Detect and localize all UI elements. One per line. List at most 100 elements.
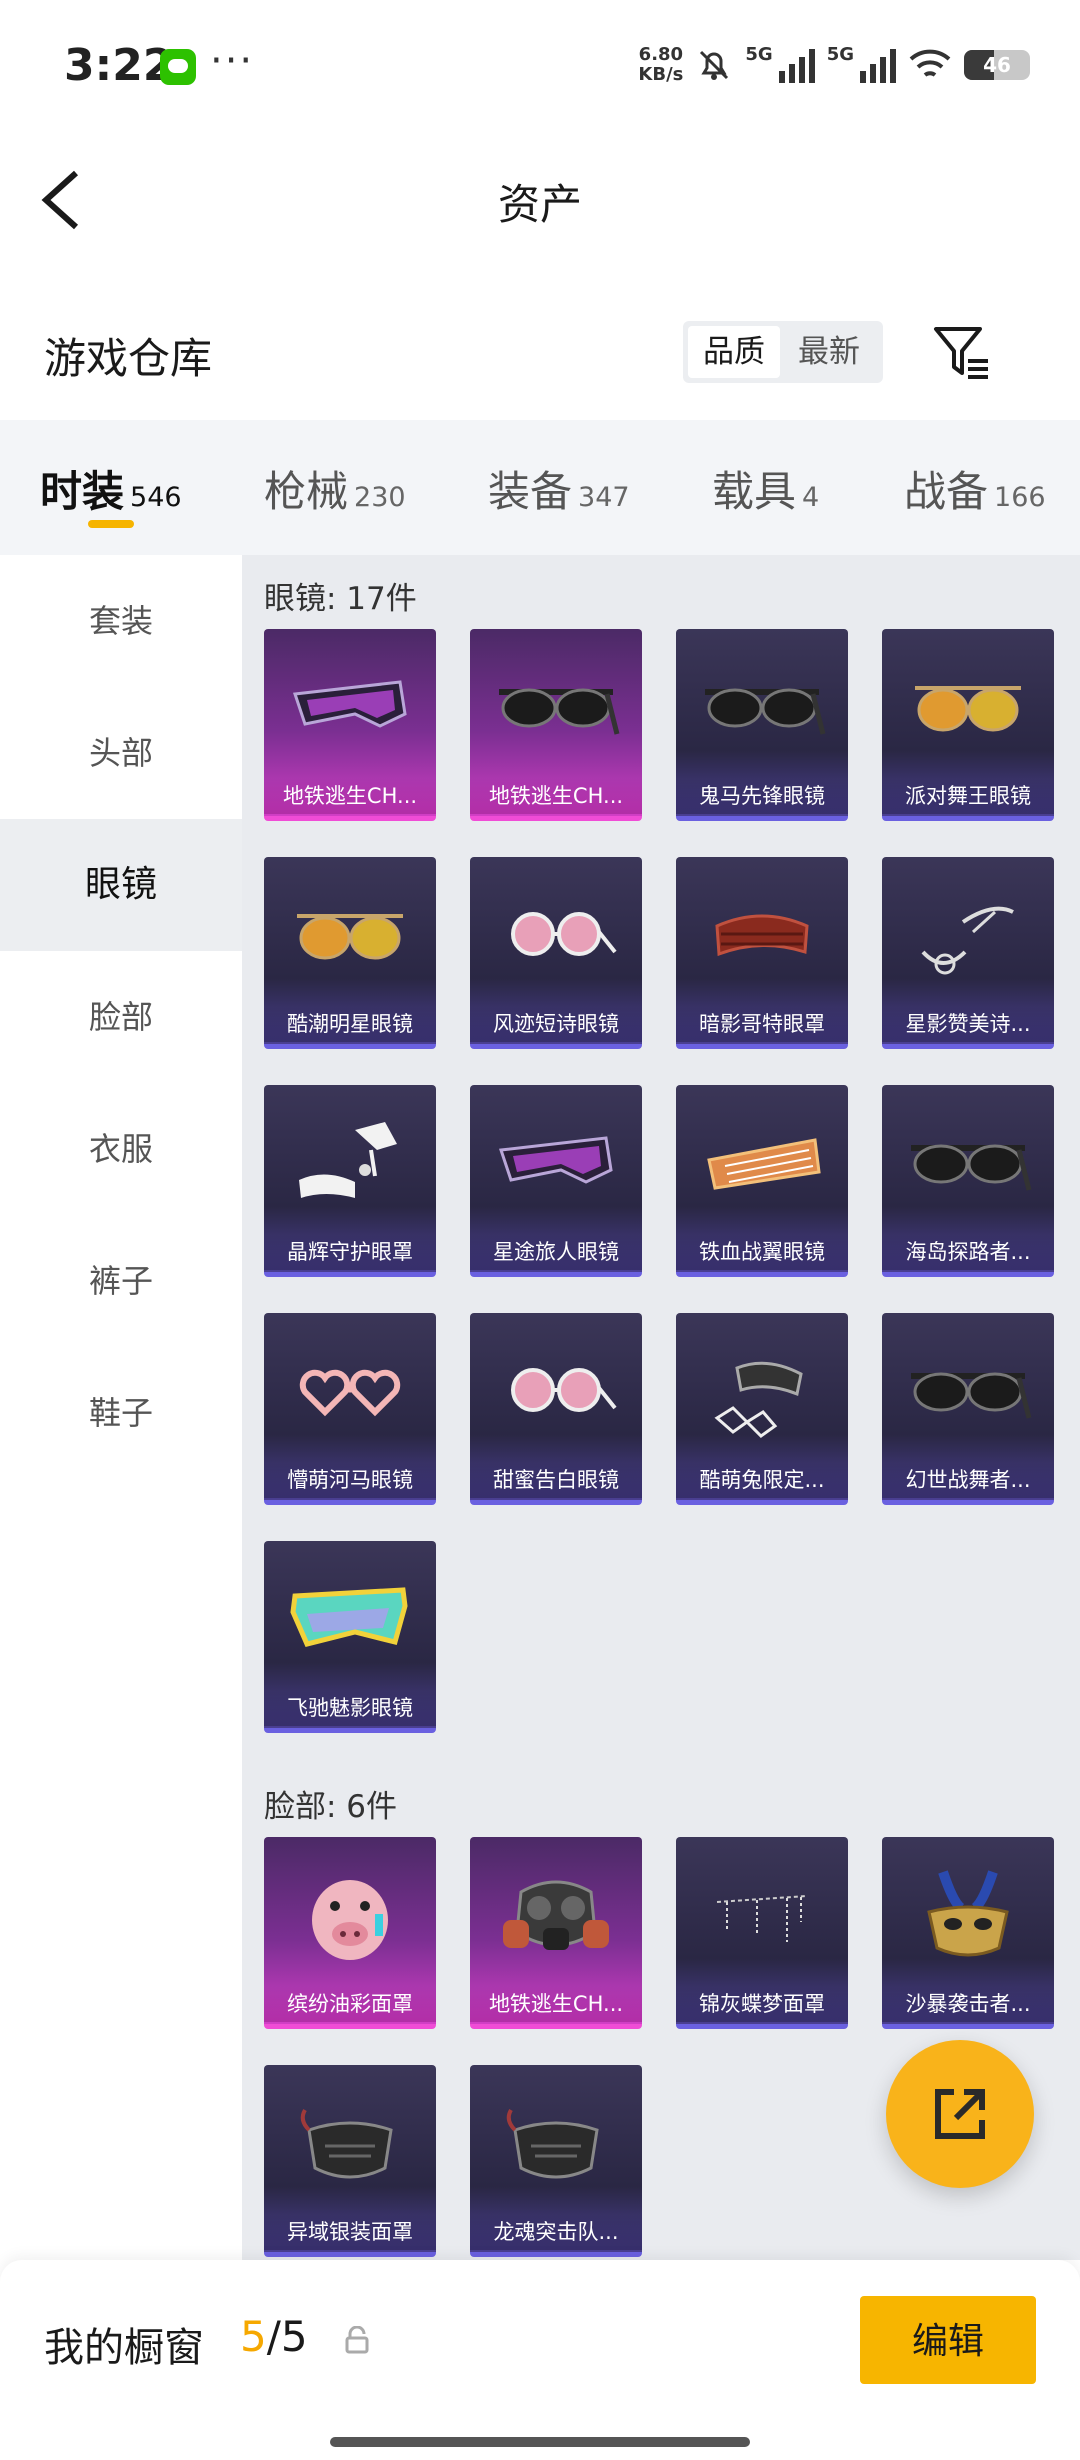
item-card[interactable]: 锦灰蝶梦面罩 [676, 1837, 848, 2029]
showcase-count: 5/5 [240, 2312, 308, 2361]
item-card[interactable]: 铁血战翼眼镜 [676, 1085, 848, 1277]
wechat-notification-icon [160, 49, 196, 85]
active-tab-indicator [88, 520, 134, 528]
item-card[interactable]: 晶辉守护眼罩 [264, 1085, 436, 1277]
item-name: 酷潮明星眼镜 [264, 1006, 436, 1042]
lock-icon [345, 2326, 369, 2354]
battery-icon: 46 [964, 50, 1030, 80]
sidebar-item-head[interactable]: 头部 [0, 687, 242, 819]
item-card[interactable]: 鬼马先锋眼镜 [676, 629, 848, 821]
group-title: 脸部: 6件 [264, 1789, 398, 1825]
item-card[interactable]: 星途旅人眼镜 [470, 1085, 642, 1277]
signal-1-icon [778, 47, 815, 83]
sidebar-item-glasses[interactable]: 眼镜 [0, 819, 242, 951]
item-card[interactable]: 甜蜜告白眼镜 [470, 1313, 642, 1505]
status-bar: 3:22 ··· 6.80 KB/s 5G 5G 46 [0, 0, 1080, 135]
blindfold-icon [676, 869, 848, 1004]
lace-eyepatch-icon [264, 1097, 436, 1232]
item-grid: 眼镜: 17件 地铁逃生CH... 地铁逃生CH... 鬼马先锋眼镜 派对舞王眼镜 酷潮明… [242, 555, 1080, 2260]
item-name: 晶辉守护眼罩 [264, 1234, 436, 1270]
round-glasses-icon [470, 869, 642, 1004]
item-card[interactable]: 海岛探路者... [882, 1085, 1054, 1277]
slot-sidebar: 套装 头部 眼镜 脸部 衣服 裤子 鞋子 [0, 555, 242, 2260]
sidebar-item-outfit[interactable]: 套装 [0, 555, 242, 687]
item-card[interactable]: 地铁逃生CH... [470, 629, 642, 821]
shutter-glasses-icon [676, 1097, 848, 1232]
item-name: 懵萌河马眼镜 [264, 1462, 436, 1498]
item-name: 鬼马先锋眼镜 [676, 778, 848, 814]
item-card[interactable]: 缤纷油彩面罩 [264, 1837, 436, 2029]
aviator-glasses-icon [264, 869, 436, 1004]
network-type-2: 5G [826, 43, 854, 65]
item-card[interactable]: 异域银装面罩 [264, 2065, 436, 2257]
warehouse-header: 游戏仓库 品质 最新 [0, 295, 1080, 415]
item-card[interactable]: 星影赞美诗... [882, 857, 1054, 1049]
sidebar-item-shoes[interactable]: 鞋子 [0, 1347, 242, 1479]
face-guard-icon [470, 2077, 642, 2212]
sunglasses-icon [882, 1097, 1054, 1232]
item-name: 地铁逃生CH... [470, 778, 642, 814]
item-name: 星途旅人眼镜 [470, 1234, 642, 1270]
item-card[interactable]: 风迹短诗眼镜 [470, 857, 642, 1049]
tab-vehicles[interactable]: 载具 4 [712, 458, 819, 519]
tab-equipment[interactable]: 装备 347 [488, 458, 630, 519]
sidebar-item-pants[interactable]: 裤子 [0, 1215, 242, 1347]
share-button[interactable] [886, 2040, 1034, 2188]
sidebar-item-clothes[interactable]: 衣服 [0, 1083, 242, 1215]
pig-mask-icon [264, 1849, 436, 1984]
visor-glasses-icon [264, 641, 436, 776]
veil-chain-icon [676, 1849, 848, 1984]
heart-glasses-icon [264, 1325, 436, 1460]
sunglasses-icon [882, 1325, 1054, 1460]
item-card[interactable]: 酷潮明星眼镜 [264, 857, 436, 1049]
item-card[interactable]: 龙魂突击队... [470, 2065, 642, 2257]
item-name: 海岛探路者... [882, 1234, 1054, 1270]
item-card[interactable]: 沙暴袭击者... [882, 1837, 1054, 2029]
item-card[interactable]: 地铁逃生CH... [470, 1837, 642, 2029]
signal-2-icon [860, 47, 896, 83]
item-name: 酷萌兔限定... [676, 1462, 848, 1498]
item-name: 地铁逃生CH... [264, 778, 436, 814]
sidebar-item-face[interactable]: 脸部 [0, 951, 242, 1083]
sport-visor-icon [264, 1553, 436, 1688]
showcase-label: 我的橱窗 [44, 2325, 204, 2371]
item-card[interactable]: 酷萌兔限定... [676, 1313, 848, 1505]
filter-icon[interactable] [930, 321, 994, 385]
network-type-1: 5G [745, 43, 773, 65]
tab-supplies[interactable]: 战备 166 [904, 458, 1046, 519]
face-guard-icon [264, 2077, 436, 2212]
sort-newest-button[interactable]: 最新 [783, 326, 875, 378]
category-tabs: 时装 546 枪械 230 装备 347 载具 4 战备 166 [0, 420, 1080, 555]
item-card[interactable]: 派对舞王眼镜 [882, 629, 1054, 821]
sunglasses-icon [470, 641, 642, 776]
tab-fashion[interactable]: 时装 546 [40, 458, 182, 519]
item-name: 派对舞王眼镜 [882, 778, 1054, 814]
item-card[interactable]: 懵萌河马眼镜 [264, 1313, 436, 1505]
item-name: 甜蜜告白眼镜 [470, 1462, 642, 1498]
item-card[interactable]: 幻世战舞者... [882, 1313, 1054, 1505]
masquerade-mask-icon [882, 1849, 1054, 1984]
monocle-icon [882, 869, 1054, 1004]
home-indicator[interactable] [330, 2437, 750, 2447]
item-card[interactable]: 飞驰魅影眼镜 [264, 1541, 436, 1733]
edit-button[interactable]: 编辑 [860, 2296, 1036, 2384]
network-speed: 6.80 KB/s [638, 44, 684, 85]
item-name: 暗影哥特眼罩 [676, 1006, 848, 1042]
item-name: 幻世战舞者... [882, 1462, 1054, 1498]
item-name: 龙魂突击队... [470, 2214, 642, 2250]
mute-bell-icon [700, 50, 729, 80]
item-name: 缤纷油彩面罩 [264, 1986, 436, 2022]
visor-glasses-icon [470, 1097, 642, 1232]
item-card[interactable]: 地铁逃生CH... [264, 629, 436, 821]
tab-firearms[interactable]: 枪械 230 [264, 458, 406, 519]
aviator-glasses-icon [882, 641, 1054, 776]
item-card[interactable]: 暗影哥特眼罩 [676, 857, 848, 1049]
item-name: 沙暴袭击者... [882, 1986, 1054, 2022]
wifi-icon [909, 49, 951, 77]
round-glasses-icon [470, 1325, 642, 1460]
showcase-bar: 我的橱窗 5/5 编辑 [0, 2260, 1080, 2460]
item-name: 异域银装面罩 [264, 2214, 436, 2250]
item-name: 地铁逃生CH... [470, 1986, 642, 2022]
item-name: 铁血战翼眼镜 [676, 1234, 848, 1270]
sort-quality-button[interactable]: 品质 [688, 326, 780, 378]
